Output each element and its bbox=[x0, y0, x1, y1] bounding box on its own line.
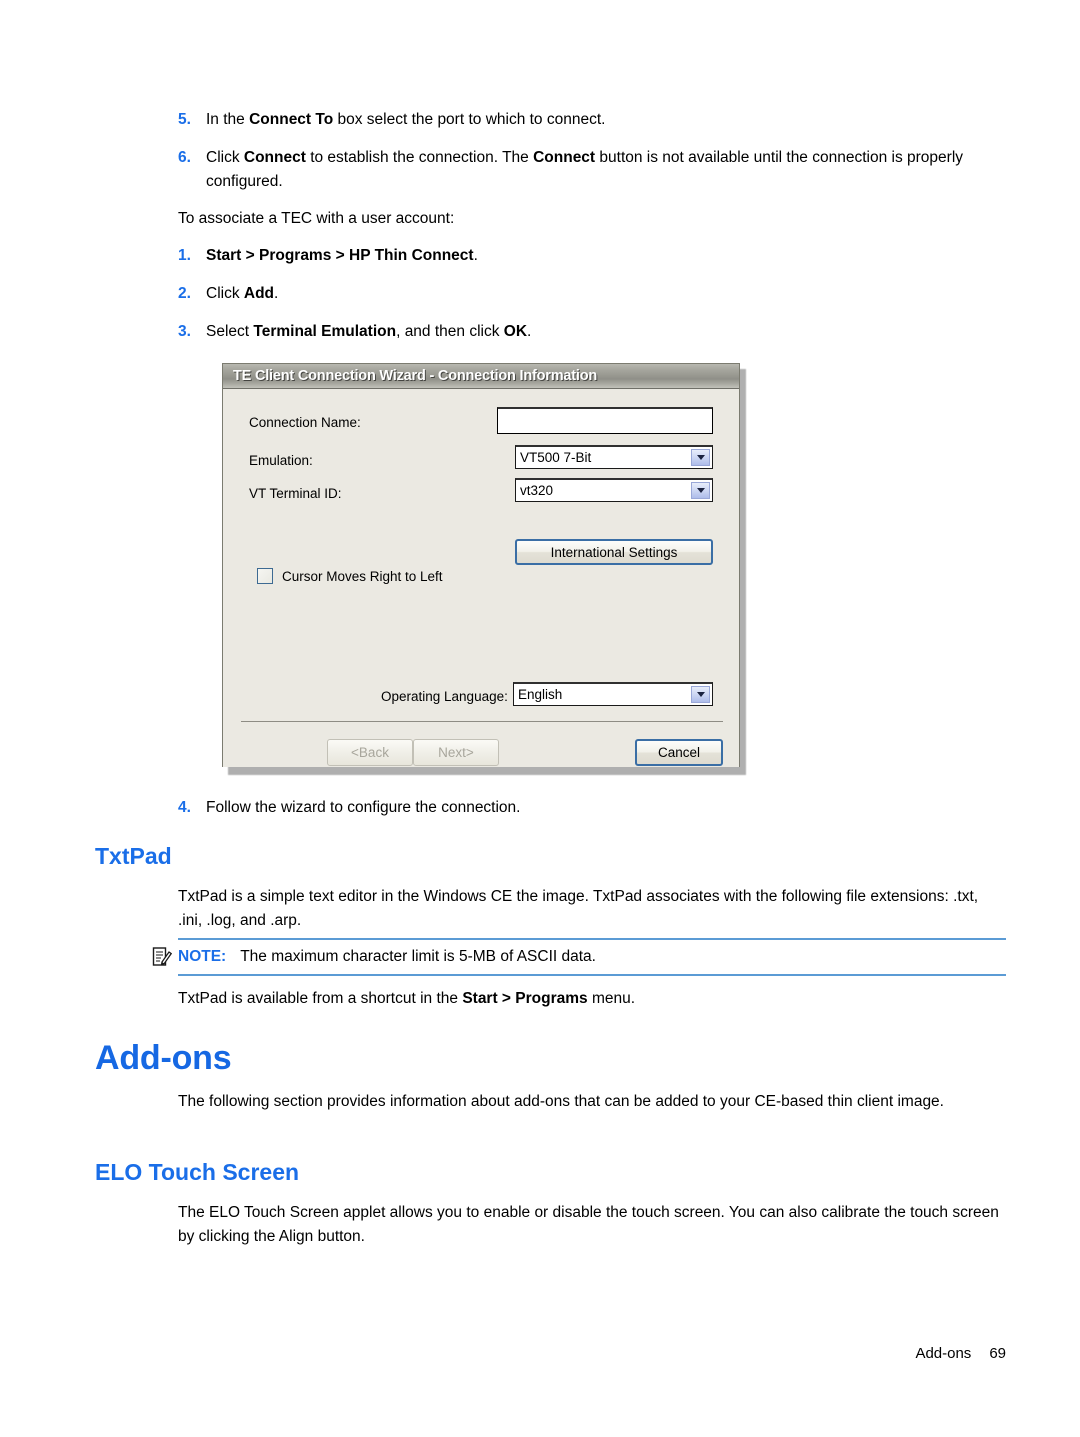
operating-language-dropdown[interactable]: English bbox=[513, 682, 713, 706]
emulation-label-text: Emulation: bbox=[249, 453, 313, 468]
emulation-value: VT500 7-Bit bbox=[520, 450, 592, 465]
back-button[interactable]: <Back bbox=[327, 739, 413, 766]
note-pencil-icon bbox=[152, 947, 172, 966]
text-segment-bold: Connect To bbox=[249, 111, 334, 128]
dialog-title: TE Client Connection Wizard - Connection… bbox=[233, 368, 598, 384]
note-row: NOTE: The maximum character limit is 5-M… bbox=[152, 940, 1006, 974]
intro-paragraph: To associate a TEC with a user account: bbox=[178, 210, 455, 227]
text-segment: box select the port to which to connect. bbox=[333, 111, 606, 128]
text-segment: Select bbox=[206, 323, 254, 340]
text-segment-bold: Start > Programs bbox=[462, 990, 588, 1007]
txtpad-availability-paragraph: TxtPad is available from a shortcut in t… bbox=[178, 987, 1006, 1011]
text-segment-bold: Connect bbox=[243, 149, 306, 166]
cursor-moves-right-to-left-row[interactable]: Cursor Moves Right to Left bbox=[257, 568, 443, 584]
page-heading-txtpad: TxtPad bbox=[95, 843, 172, 869]
next-button[interactable]: Next> bbox=[413, 739, 499, 766]
cursor-moves-right-to-left-label: Cursor Moves Right to Left bbox=[282, 568, 443, 584]
list-item: 4. Follow the wizard to configure the co… bbox=[178, 796, 1008, 820]
vt-terminal-id-dropdown[interactable]: vt320 bbox=[515, 478, 713, 502]
operating-language-label-text: Operating Language: bbox=[381, 689, 508, 704]
list-marker: 2. bbox=[178, 285, 191, 302]
text-segment-bold: OK bbox=[503, 323, 528, 340]
dialog-content: Connection Name: Emulation: VT500 7-Bit … bbox=[223, 389, 739, 767]
operating-language-value: English bbox=[518, 687, 563, 702]
dialog-titlebar: TE Client Connection Wizard - Connection… bbox=[223, 364, 739, 389]
connection-name-input[interactable] bbox=[497, 407, 713, 434]
text-segment: In the bbox=[206, 111, 250, 128]
list-text: Follow the wizard to configure the conne… bbox=[206, 799, 521, 816]
text-segment-bold: Connect bbox=[533, 149, 596, 166]
document-page: 5. In the Connect To box select the port… bbox=[0, 0, 1080, 1437]
list-marker: 1. bbox=[178, 247, 191, 264]
page-footer: Add-ons 69 bbox=[915, 1345, 1006, 1362]
list-text: Start > Programs > HP Thin Connect. bbox=[206, 244, 478, 268]
list-marker: 6. bbox=[178, 149, 191, 166]
txtpad-paragraph: TxtPad is a simple text editor in the Wi… bbox=[178, 888, 979, 929]
list-item: 5. In the Connect To box select the port… bbox=[178, 108, 1008, 132]
cancel-button[interactable]: Cancel bbox=[635, 739, 723, 766]
emulation-label: Emulation: bbox=[249, 453, 313, 468]
footer-page-number: 69 bbox=[989, 1345, 1006, 1362]
emulation-dropdown[interactable]: VT500 7-Bit bbox=[515, 445, 713, 469]
list-item: 6. Click Connect to establish the connec… bbox=[178, 146, 1008, 194]
text-segment-bold: Add bbox=[243, 285, 275, 302]
text-segment: . bbox=[274, 285, 279, 302]
vt-terminal-id-value: vt320 bbox=[520, 483, 554, 498]
dialog-divider bbox=[241, 721, 723, 722]
text-segment: . bbox=[527, 323, 532, 340]
list-item: 3. Select Terminal Emulation, and then c… bbox=[178, 320, 1008, 344]
list-marker: 5. bbox=[178, 111, 191, 128]
note-label: NOTE: bbox=[178, 948, 227, 965]
vt-terminal-id-label: VT Terminal ID: bbox=[249, 486, 342, 501]
list-text: Select Terminal Emulation, and then clic… bbox=[206, 320, 531, 344]
list-marker: 3. bbox=[178, 323, 191, 340]
chevron-down-icon[interactable] bbox=[691, 482, 710, 499]
text-segment: TxtPad is available from a shortcut in t… bbox=[178, 990, 463, 1007]
international-settings-button[interactable]: International Settings bbox=[515, 539, 713, 565]
list-item: 2. Click Add. bbox=[178, 282, 1008, 306]
page-heading-elo-touch-screen: ELO Touch Screen bbox=[95, 1159, 300, 1185]
elo-paragraph: The ELO Touch Screen applet allows you t… bbox=[178, 1204, 999, 1245]
text-segment: Click bbox=[206, 285, 244, 302]
chevron-down-icon[interactable] bbox=[691, 686, 710, 703]
list-item: 1. Start > Programs > HP Thin Connect. bbox=[178, 244, 1008, 268]
list-text: Click Connect to establish the connectio… bbox=[206, 146, 1008, 194]
addons-paragraph: The following section provides informati… bbox=[178, 1093, 944, 1110]
list-text: In the Connect To box select the port to… bbox=[206, 108, 605, 132]
footer-section-name: Add-ons bbox=[915, 1345, 972, 1362]
note-rule-bottom bbox=[178, 974, 1006, 976]
vt-terminal-id-label-text: VT Terminal ID: bbox=[249, 486, 342, 501]
connection-name-label-text: Connection Name: bbox=[249, 415, 361, 430]
text-segment: to establish the connection. The bbox=[305, 149, 534, 166]
list-marker: 4. bbox=[178, 799, 191, 816]
note-callout: NOTE: The maximum character limit is 5-M… bbox=[152, 938, 1006, 976]
text-segment: menu. bbox=[587, 990, 636, 1007]
note-text: The maximum character limit is 5-MB of A… bbox=[240, 948, 596, 965]
page-heading-addons: Add-ons bbox=[95, 1039, 232, 1077]
text-segment: . bbox=[473, 247, 478, 264]
te-client-connection-wizard-figure: TE Client Connection Wizard - Connection… bbox=[222, 363, 746, 775]
connection-name-label: Connection Name: bbox=[249, 415, 361, 430]
text-segment-bold: Terminal Emulation bbox=[253, 323, 397, 340]
text-segment-bold: Start > Programs > HP Thin Connect bbox=[206, 247, 474, 264]
text-segment: Click bbox=[206, 149, 244, 166]
dialog-window: TE Client Connection Wizard - Connection… bbox=[222, 363, 740, 767]
chevron-down-icon[interactable] bbox=[691, 449, 710, 466]
list-text: Click Add. bbox=[206, 282, 278, 306]
text-segment: , and then click bbox=[396, 323, 504, 340]
cursor-moves-right-to-left-checkbox[interactable] bbox=[257, 568, 273, 584]
operating-language-label: Operating Language: bbox=[381, 689, 508, 704]
